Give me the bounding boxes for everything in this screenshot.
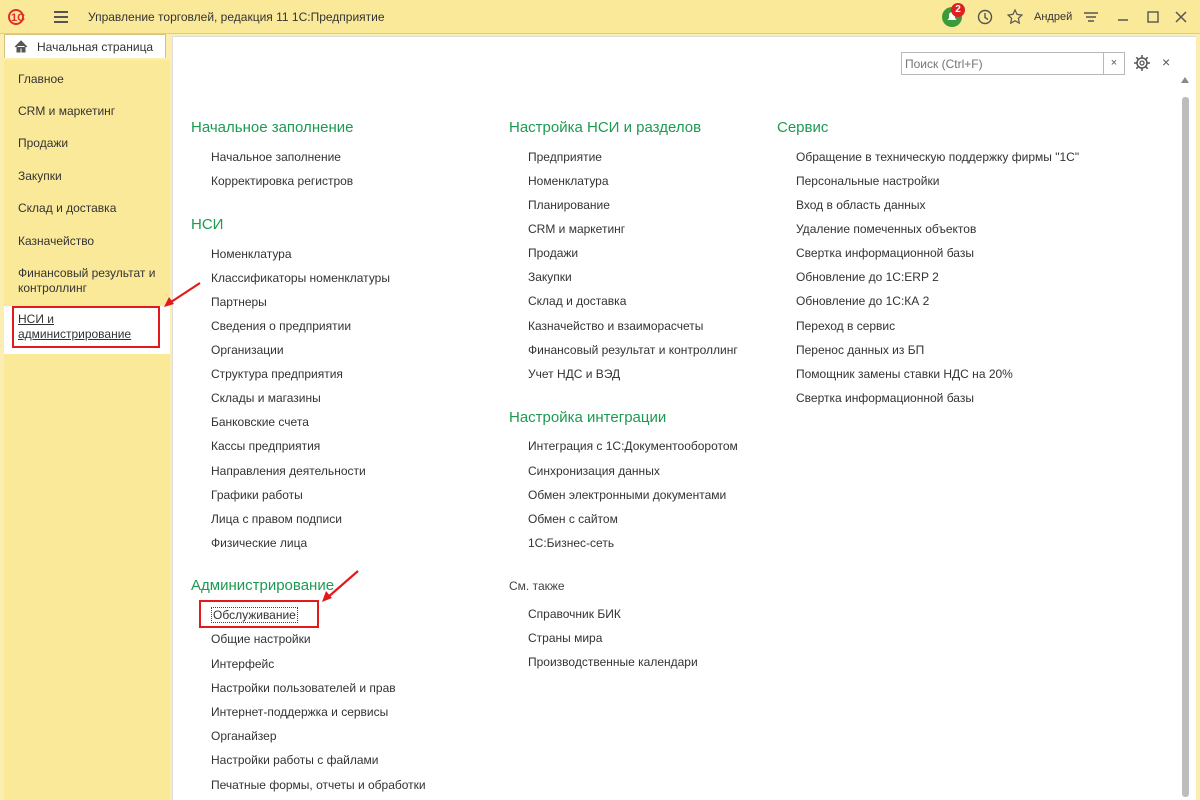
link-file-settings[interactable]: Настройки работы с файлами	[211, 753, 378, 767]
sidebar-item-main[interactable]: Главное	[18, 72, 168, 87]
link-countries[interactable]: Страны мира	[528, 631, 602, 645]
link-internet-support[interactable]: Интернет-поддержка и сервисы	[211, 705, 388, 719]
link-organizations[interactable]: Организации	[211, 343, 284, 357]
link-infobase-rollup[interactable]: Свертка информационной базы	[796, 246, 974, 260]
link-business-lines[interactable]: Направления деятельности	[211, 464, 366, 478]
link-setup-finance[interactable]: Финансовый результат и контроллинг	[528, 343, 738, 357]
link-transfer-bp[interactable]: Перенос данных из БП	[796, 343, 924, 357]
settings-lines-icon[interactable]	[1082, 8, 1100, 26]
link-data-area-login[interactable]: Вход в область данных	[796, 198, 926, 212]
link-signatories[interactable]: Лица с правом подписи	[211, 512, 342, 526]
link-setup-enterprise[interactable]: Предприятие	[528, 150, 602, 164]
link-edi[interactable]: Обмен электронными документами	[528, 488, 726, 502]
history-icon[interactable]	[976, 8, 994, 26]
link-setup-planning[interactable]: Планирование	[528, 198, 610, 212]
link-vat-rate-wizard[interactable]: Помощник замены ставки НДС на 20%	[796, 367, 1013, 381]
sidebar-item-purchases[interactable]: Закупки	[18, 169, 168, 184]
home-icon	[14, 40, 28, 53]
link-individuals[interactable]: Физические лица	[211, 536, 307, 550]
annotation-arrow-sidebar-icon	[164, 282, 201, 307]
minimize-icon[interactable]	[1114, 8, 1132, 26]
app-title: Управление торговлей, редакция 11 1С:Пре…	[88, 10, 385, 24]
section-title-integration: Настройка интеграции	[509, 409, 667, 426]
link-general-settings[interactable]: Общие настройки	[211, 632, 311, 646]
sections-sidebar: Главное CRM и маркетинг Продажи Закупки …	[4, 60, 170, 800]
link-site-exchange[interactable]: Обмен с сайтом	[528, 512, 618, 526]
section-title-nsi-setup: Настройка НСИ и разделов	[509, 119, 702, 136]
link-go-to-service[interactable]: Переход в сервис	[796, 319, 895, 333]
section-title-initial: Начальное заполнение	[191, 119, 354, 136]
sidebar-item-finance[interactable]: Финансовый результат и контроллинг	[18, 266, 168, 296]
annotation-box-sidebar	[12, 306, 160, 348]
panel-close-icon[interactable]: ×	[1162, 54, 1170, 70]
logo-text: 1С	[11, 12, 25, 24]
link-setup-treasury[interactable]: Казначейство и взаиморасчеты	[528, 319, 703, 333]
link-setup-nomenclature[interactable]: Номенклатура	[528, 174, 609, 188]
link-organizer[interactable]: Органайзер	[211, 729, 277, 743]
link-update-erp[interactable]: Обновление до 1С:ERP 2	[796, 270, 939, 284]
link-tech-support[interactable]: Обращение в техническую поддержку фирмы …	[796, 150, 1079, 164]
link-partners[interactable]: Партнеры	[211, 295, 267, 309]
vertical-scrollbar[interactable]	[1181, 77, 1191, 800]
link-docflow-integration[interactable]: Интеграция с 1С:Документооборотом	[528, 439, 738, 453]
link-bik[interactable]: Справочник БИК	[528, 607, 621, 621]
close-icon[interactable]	[1172, 8, 1190, 26]
user-name[interactable]: Андрей	[1034, 11, 1072, 23]
favorites-star-icon[interactable]	[1006, 8, 1024, 26]
annotation-box-maintenance	[199, 600, 319, 628]
gear-icon[interactable]	[1133, 54, 1151, 72]
link-nomenclature-classifiers[interactable]: Классификаторы номенклатуры	[211, 271, 390, 285]
section-title-service: Сервис	[777, 119, 829, 136]
link-delete-marked[interactable]: Удаление помеченных объектов	[796, 222, 976, 236]
link-company-structure[interactable]: Структура предприятия	[211, 367, 343, 381]
maximize-icon[interactable]	[1144, 8, 1162, 26]
sidebar-item-treasury[interactable]: Казначейство	[18, 234, 168, 249]
section-title-nsi: НСИ	[191, 216, 224, 233]
search-box[interactable]	[901, 52, 1123, 75]
link-setup-warehouse[interactable]: Склад и доставка	[528, 294, 626, 308]
link-setup-purchases[interactable]: Закупки	[528, 270, 572, 284]
sidebar-item-sales[interactable]: Продажи	[18, 136, 168, 151]
menu-icon[interactable]	[54, 11, 68, 23]
sidebar-item-crm[interactable]: CRM и маркетинг	[18, 104, 168, 119]
link-work-schedules[interactable]: Графики работы	[211, 488, 303, 502]
section-title-admin: Администрирование	[191, 577, 335, 594]
link-company-info[interactable]: Сведения о предприятии	[211, 319, 351, 333]
link-setup-sales[interactable]: Продажи	[528, 246, 578, 260]
link-setup-vat[interactable]: Учет НДС и ВЭД	[528, 367, 620, 381]
tab-home-label: Начальная страница	[37, 40, 154, 54]
link-warehouses-stores[interactable]: Склады и магазины	[211, 391, 321, 405]
annotation-arrow-maintenance-icon	[322, 570, 359, 602]
notification-count-badge: 2	[951, 3, 965, 17]
link-calendars[interactable]: Производственные календари	[528, 655, 698, 669]
main-panel: × × Начальное заполнение Начальное запол…	[172, 36, 1196, 800]
title-bar: 1С Управление торговлей, редакция 11 1С:…	[0, 0, 1200, 34]
link-business-network[interactable]: 1С:Бизнес-сеть	[528, 536, 614, 550]
link-update-ka[interactable]: Обновление до 1С:КА 2	[796, 294, 929, 308]
link-interface[interactable]: Интерфейс	[211, 657, 274, 671]
scroll-up-arrow-icon[interactable]	[1181, 77, 1189, 83]
link-personal-settings[interactable]: Персональные настройки	[796, 174, 939, 188]
tab-home[interactable]: Начальная страница	[4, 34, 166, 58]
link-bank-accounts[interactable]: Банковские счета	[211, 415, 309, 429]
logo-1c-icon[interactable]: 1С	[8, 9, 42, 25]
link-setup-crm[interactable]: CRM и маркетинг	[528, 222, 625, 236]
sidebar-item-warehouse[interactable]: Склад и доставка	[18, 201, 168, 216]
link-infobase-rollup-2[interactable]: Свертка информационной базы	[796, 391, 974, 405]
section-title-see-also: См. также	[509, 579, 565, 593]
link-cash-desks[interactable]: Кассы предприятия	[211, 439, 320, 453]
search-input[interactable]	[902, 53, 1102, 74]
link-register-correction[interactable]: Корректировка регистров	[211, 174, 353, 188]
link-initial-fill[interactable]: Начальное заполнение	[211, 150, 341, 164]
scroll-thumb[interactable]	[1182, 97, 1189, 797]
search-clear-button[interactable]: ×	[1103, 52, 1125, 75]
link-print-forms[interactable]: Печатные формы, отчеты и обработки	[211, 778, 426, 792]
link-user-settings[interactable]: Настройки пользователей и прав	[211, 681, 396, 695]
link-data-sync[interactable]: Синхронизация данных	[528, 464, 660, 478]
link-nomenclature[interactable]: Номенклатура	[211, 247, 292, 261]
